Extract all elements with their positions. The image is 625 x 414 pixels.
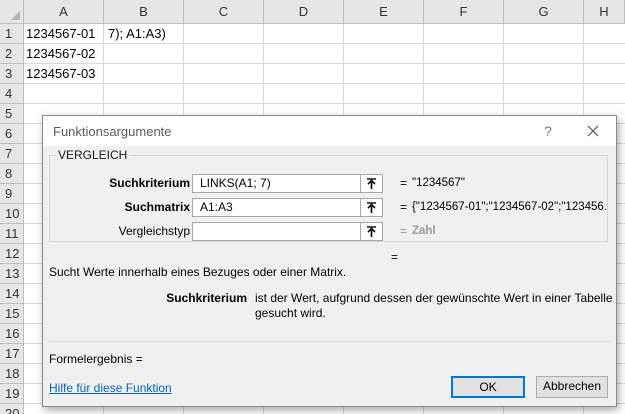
row-header-10[interactable]: 10 <box>0 204 24 224</box>
suchmatrix-input[interactable]: A1:A3 <box>192 198 361 217</box>
cell-a3[interactable]: 1234567-03 <box>24 64 103 84</box>
suchmatrix-equals: = <box>400 200 408 214</box>
row-header-4[interactable]: 4 <box>0 84 24 104</box>
row-header-20[interactable]: 20 <box>0 404 24 414</box>
divider <box>49 341 610 342</box>
row-header-13[interactable]: 13 <box>0 264 24 284</box>
suchmatrix-collapse-button[interactable] <box>360 198 383 217</box>
range-select-icon <box>367 202 376 213</box>
row-header-11[interactable]: 11 <box>0 224 24 244</box>
suchkriterium-equals: = <box>400 176 408 190</box>
arg-label-suchkriterium: Suchkriterium <box>109 176 190 190</box>
column-header-e[interactable]: E <box>344 0 424 24</box>
column-header-c[interactable]: C <box>184 0 264 24</box>
grid-line <box>24 63 625 64</box>
grid-line <box>24 103 625 104</box>
cancel-button[interactable]: Abbrechen <box>536 376 608 398</box>
arguments-group: VERGLEICH Suchkriterium LINKS(A1; 7) = "… <box>49 148 608 242</box>
row-header-17[interactable]: 17 <box>0 344 24 364</box>
suchmatrix-result: {"1234567-01";"1234567-02";"123456... <box>412 201 608 213</box>
parameter-name: Suchkriterium <box>166 291 247 305</box>
suchkriterium-result: "1234567" <box>412 177 465 189</box>
vergleichstyp-input[interactable] <box>192 222 361 241</box>
grid-line <box>24 83 625 84</box>
close-button[interactable] <box>579 119 607 143</box>
row-header-19[interactable]: 19 <box>0 384 24 404</box>
row-header-2[interactable]: 2 <box>0 44 24 64</box>
row-header-7[interactable]: 7 <box>0 144 24 164</box>
row-header-1[interactable]: 1 <box>0 24 24 44</box>
function-name: VERGLEICH <box>56 148 130 162</box>
arg-label-suchmatrix: Suchmatrix <box>124 200 190 214</box>
column-header-g[interactable]: G <box>504 0 584 24</box>
column-header-h[interactable]: H <box>584 0 625 24</box>
vergleichstyp-collapse-button[interactable] <box>360 222 383 241</box>
vergleichstyp-equals: = <box>400 224 408 238</box>
row-header-14[interactable]: 14 <box>0 284 24 304</box>
row-header-5[interactable]: 5 <box>0 104 24 124</box>
row-header-15[interactable]: 15 <box>0 304 24 324</box>
vergleichstyp-result: Zahl <box>412 225 436 237</box>
row-header-3[interactable]: 3 <box>0 64 24 84</box>
cell-a2[interactable]: 1234567-02 <box>24 44 103 64</box>
suchkriterium-collapse-button[interactable] <box>360 174 383 193</box>
row-header-18[interactable]: 18 <box>0 364 24 384</box>
column-header-d[interactable]: D <box>264 0 344 24</box>
parameter-description: ist der Wert, aufgrund dessen der gewüns… <box>255 291 613 320</box>
range-select-icon <box>367 178 376 189</box>
select-all-corner[interactable] <box>0 0 24 24</box>
cell-a1[interactable]: 1234567-01 <box>24 24 103 44</box>
function-arguments-dialog: Funktionsargumente ? VERGLEICH Suchkrite… <box>42 115 617 407</box>
row-header-8[interactable]: 8 <box>0 164 24 184</box>
function-description: Sucht Werte innerhalb eines Bezuges oder… <box>49 265 347 279</box>
formula-result-label: Formelergebnis = <box>49 352 143 366</box>
ok-button[interactable]: OK <box>451 376 525 398</box>
cell-b1[interactable]: 7); A1:A3) <box>104 24 183 44</box>
suchkriterium-input[interactable]: LINKS(A1; 7) <box>192 174 361 193</box>
row-header-9[interactable]: 9 <box>0 184 24 204</box>
range-select-icon <box>367 226 376 237</box>
column-header-b[interactable]: B <box>104 0 184 24</box>
column-header-f[interactable]: F <box>424 0 504 24</box>
column-header-a[interactable]: A <box>24 0 104 24</box>
row-header-6[interactable]: 6 <box>0 124 24 144</box>
row-header-12[interactable]: 12 <box>0 244 24 264</box>
dialog-titlebar[interactable]: Funktionsargumente ? <box>43 116 616 146</box>
help-link[interactable]: Hilfe für diese Funktion <box>49 381 172 395</box>
arg-label-vergleichstyp: Vergleichstyp <box>118 224 190 238</box>
dialog-title: Funktionsargumente <box>53 124 172 139</box>
row-header-16[interactable]: 16 <box>0 324 24 344</box>
function-result-equals: = <box>391 250 399 264</box>
close-icon <box>587 125 599 137</box>
help-button[interactable]: ? <box>539 121 557 141</box>
